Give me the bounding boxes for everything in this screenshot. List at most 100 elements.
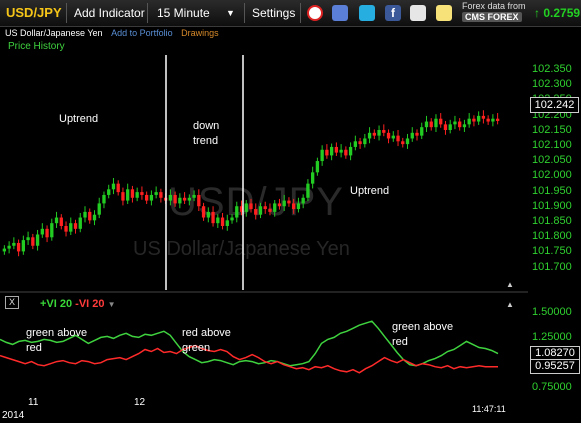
candle-body	[54, 217, 59, 224]
price-tick-label: 102.350	[532, 63, 572, 75]
candle-body	[273, 203, 277, 212]
candle-body	[40, 228, 44, 235]
price-tick-label: 101.950	[532, 184, 572, 197]
candle-body	[16, 242, 21, 252]
annotation-down: down	[193, 120, 220, 132]
candle-body	[453, 121, 457, 125]
candle-body	[230, 217, 234, 221]
scroll-down-icon[interactable]: ▲	[506, 300, 514, 309]
candle-body	[348, 146, 353, 156]
candle-body	[64, 226, 68, 232]
candle-body	[476, 115, 481, 122]
candle-body	[315, 161, 320, 173]
candle-body	[149, 194, 154, 201]
candle-body	[173, 194, 177, 204]
candle-body	[287, 200, 291, 204]
candle-body	[192, 194, 196, 198]
candle-body	[292, 203, 296, 210]
candle-body	[296, 203, 301, 210]
price-tick-label: 101.800	[532, 230, 572, 243]
candle-body	[216, 217, 220, 224]
candle-body	[306, 183, 310, 198]
candle-body	[358, 141, 362, 145]
annotation-red: red	[26, 342, 42, 354]
candle-body	[249, 203, 253, 210]
candle-body	[277, 203, 282, 207]
candle-body	[187, 197, 192, 201]
candle-body	[88, 211, 92, 221]
candle-body	[420, 127, 424, 136]
candle-body	[254, 209, 258, 215]
candle-body	[353, 141, 358, 147]
candle-body	[325, 149, 329, 156]
annotation-green-above-right: green above	[392, 321, 454, 333]
candle-body	[415, 132, 419, 136]
candle-body	[372, 132, 376, 136]
candle-body	[45, 228, 49, 238]
candle-body	[339, 149, 343, 153]
candle-body	[2, 248, 7, 252]
candle-body	[258, 206, 263, 215]
candle-body	[391, 135, 395, 139]
candle-body	[424, 121, 429, 128]
price-tick-label: 102.100	[532, 139, 572, 151]
candle-body	[382, 130, 386, 133]
candle-body	[159, 192, 163, 198]
annotation-uptrend-left: Uptrend	[59, 113, 99, 125]
candle-body	[301, 197, 305, 204]
annotation-red-right: red	[392, 336, 408, 348]
price-chart[interactable]	[0, 0, 581, 423]
candle-body	[495, 118, 500, 121]
candle-body	[126, 189, 130, 201]
candle-body	[92, 214, 97, 221]
candle-body	[211, 211, 215, 224]
minus-vi-label: -VI 20	[75, 298, 105, 310]
candle-body	[197, 194, 201, 207]
candle-body	[386, 132, 391, 139]
candle-body	[263, 206, 267, 210]
candle-body	[268, 209, 272, 212]
candle-body	[50, 223, 54, 238]
candle-body	[443, 124, 448, 130]
candle-body	[73, 223, 78, 229]
candle-body	[83, 211, 87, 218]
candle-body	[320, 149, 324, 162]
close-indicator-button[interactable]: X	[5, 296, 19, 309]
annotation-green-above: green above	[26, 327, 88, 339]
candle-body	[329, 146, 334, 156]
candle-body	[282, 200, 286, 207]
candle-body	[472, 118, 476, 122]
indicator-tick-label: 1.25000	[532, 331, 572, 343]
candle-body	[462, 124, 467, 128]
annotation-uptrend-right: Uptrend	[350, 185, 390, 197]
candle-body	[344, 149, 348, 156]
candle-body	[448, 124, 452, 130]
candle-body	[458, 121, 462, 128]
price-tick-label: 101.750	[532, 245, 572, 258]
candle-body	[168, 194, 173, 201]
price-tick-label: 101.700	[532, 260, 572, 273]
date-label-12: 12	[134, 397, 146, 408]
minus-vi-value-box: 0.95257	[530, 359, 580, 374]
candle-body	[182, 197, 187, 201]
candle-body	[135, 192, 139, 198]
vortex-legend[interactable]: +VI 20 -VI 20 ▼	[40, 298, 116, 310]
candle-body	[107, 189, 111, 195]
candle-body	[69, 223, 73, 232]
candle-body	[405, 138, 410, 145]
candle-body	[377, 130, 381, 136]
date-label-11: 11	[28, 397, 39, 408]
chevron-down-icon[interactable]: ▼	[108, 300, 116, 309]
candle-body	[486, 118, 490, 122]
scroll-up-icon[interactable]: ▲	[506, 280, 514, 289]
candle-body	[220, 217, 225, 226]
candle-body	[244, 203, 248, 212]
candle-body	[78, 217, 82, 229]
indicator-tick-label: 0.75000	[532, 381, 572, 393]
current-price-box: 102.242	[530, 97, 579, 113]
candle-body	[363, 138, 367, 145]
annotation-trend: trend	[193, 135, 219, 147]
candle-body	[434, 118, 438, 128]
candle-body	[206, 211, 210, 218]
candle-body	[121, 192, 125, 201]
